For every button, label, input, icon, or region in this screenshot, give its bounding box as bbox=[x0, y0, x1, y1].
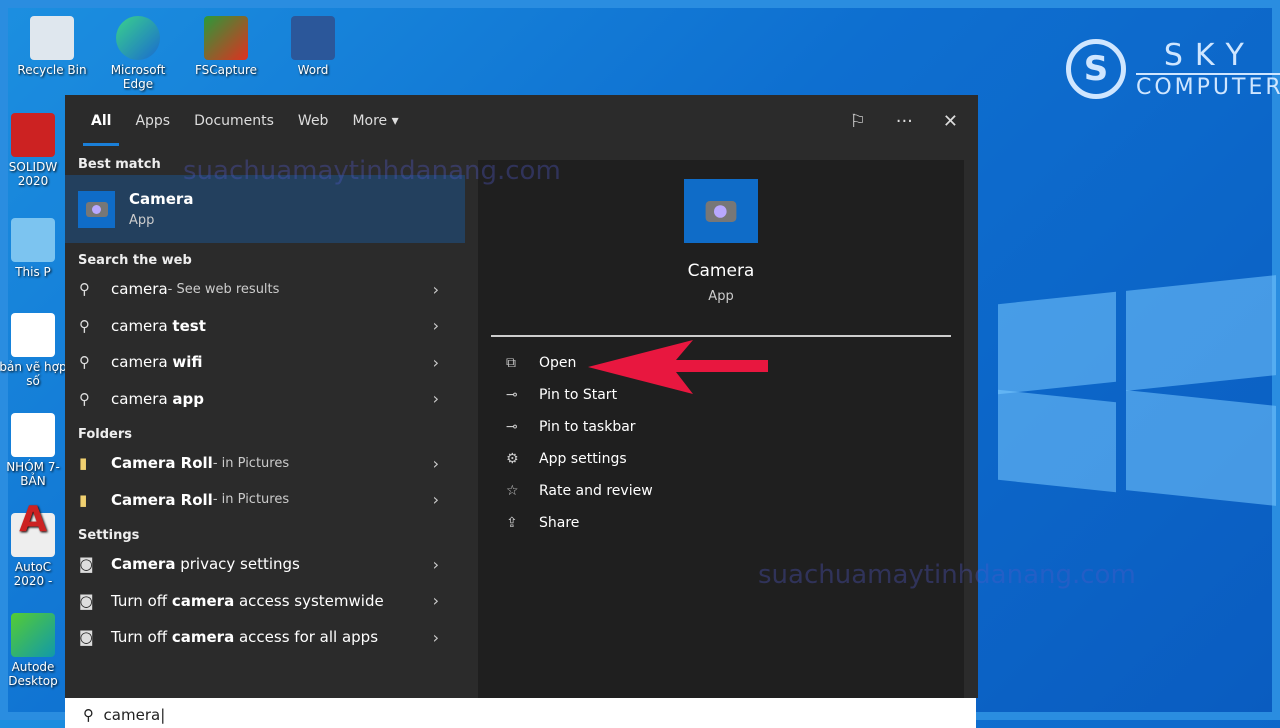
search-input[interactable]: ⚲ camera| bbox=[65, 698, 976, 728]
gear-icon: ⚙ bbox=[506, 451, 519, 467]
folder-result[interactable]: ▮ Camera Roll - in Pictures › bbox=[65, 445, 465, 482]
chevron-right-icon: › bbox=[432, 352, 439, 372]
tab-apps[interactable]: Apps bbox=[123, 95, 182, 147]
desktop-icon-autocad[interactable]: A AutoC 2020 - bbox=[0, 502, 68, 588]
watermark: suachuamaytinhdanang.com bbox=[183, 156, 561, 186]
results-list: Best match Camera App Search the web ⚲ cam… bbox=[65, 147, 465, 698]
chevron-right-icon: › bbox=[432, 316, 439, 336]
web-result[interactable]: ⚲ camera wifi › bbox=[65, 344, 465, 381]
chevron-right-icon: › bbox=[432, 554, 439, 574]
chevron-right-icon: › bbox=[432, 627, 439, 647]
desktop-icon-file[interactable]: bản vẽ hợp số bbox=[0, 313, 68, 388]
search-icon: ⚲ bbox=[79, 280, 90, 299]
desktop-icon-fscapture[interactable]: FSCapture bbox=[186, 16, 266, 77]
settings-result[interactable]: ◙ Camera privacy settings › bbox=[65, 546, 465, 583]
desktop-icon-autodesk[interactable]: Autode Desktop bbox=[0, 613, 68, 688]
desktop-icon-word[interactable]: Word bbox=[273, 16, 353, 77]
search-icon: ⚲ bbox=[83, 706, 94, 724]
desktop-icon-this-pc[interactable]: This P bbox=[0, 218, 68, 279]
camera-app-large-icon bbox=[684, 179, 758, 243]
action-share[interactable]: ⇪ Share bbox=[478, 507, 964, 539]
chevron-right-icon: › bbox=[432, 490, 439, 510]
web-result[interactable]: ⚲ camera test › bbox=[65, 308, 465, 345]
section-web: Search the web bbox=[78, 253, 192, 268]
camera-settings-icon: ◙ bbox=[79, 591, 94, 610]
sky-computer-logo: S SKY COMPUTER bbox=[1066, 38, 1280, 100]
camera-settings-icon: ◙ bbox=[79, 628, 94, 647]
filter-tabs: All Apps Documents Web More ▾ ⚐ ··· ✕ bbox=[65, 95, 978, 147]
feedback-icon[interactable]: ⚐ bbox=[850, 111, 866, 132]
section-settings: Settings bbox=[78, 528, 140, 543]
open-icon: ⧉ bbox=[506, 355, 516, 371]
desktop-icon-recycle-bin[interactable]: Recycle Bin bbox=[12, 16, 92, 77]
web-result[interactable]: ⚲ camera app › bbox=[65, 381, 465, 418]
detail-pane: Camera App ⧉ Open ⊸ Pin to Start ⊸ Pin to t… bbox=[478, 160, 964, 698]
caret-down-icon: ▾ bbox=[391, 113, 399, 129]
chevron-right-icon: › bbox=[432, 389, 439, 409]
desktop-icon-file2[interactable]: NHÓM 7-BẢN bbox=[0, 413, 68, 488]
action-pin-taskbar[interactable]: ⊸ Pin to taskbar bbox=[478, 411, 964, 443]
tab-more[interactable]: More ▾ bbox=[340, 95, 410, 147]
action-app-settings[interactable]: ⚙ App settings bbox=[478, 443, 964, 475]
chevron-right-icon: › bbox=[432, 453, 439, 473]
camera-settings-icon: ◙ bbox=[79, 555, 94, 574]
settings-result[interactable]: ◙ Turn off camera access for all apps › bbox=[65, 619, 465, 656]
share-icon: ⇪ bbox=[506, 515, 518, 531]
more-options-icon[interactable]: ··· bbox=[896, 111, 913, 132]
pin-icon: ⊸ bbox=[506, 387, 518, 403]
star-icon: ☆ bbox=[506, 483, 519, 499]
tab-all[interactable]: All bbox=[79, 95, 123, 147]
camera-app-icon bbox=[78, 190, 115, 228]
search-icon: ⚲ bbox=[79, 353, 90, 372]
folder-icon: ▮ bbox=[79, 454, 88, 473]
windows-logo-wallpaper bbox=[998, 275, 1280, 538]
action-rate-review[interactable]: ☆ Rate and review bbox=[478, 475, 964, 507]
pin-icon: ⊸ bbox=[506, 419, 518, 435]
settings-result[interactable]: ◙ Turn off camera access systemwide › bbox=[65, 583, 465, 620]
folder-result[interactable]: ▮ Camera Roll - in Pictures › bbox=[65, 482, 465, 519]
desktop-icon-solidworks[interactable]: SOLIDW 2020 bbox=[0, 113, 68, 188]
close-icon[interactable]: ✕ bbox=[943, 111, 958, 132]
web-result[interactable]: ⚲ camera - See web results › bbox=[65, 271, 465, 308]
chevron-right-icon: › bbox=[432, 279, 439, 299]
red-arrow-annotation bbox=[588, 340, 768, 394]
tab-documents[interactable]: Documents bbox=[182, 95, 286, 147]
section-folders: Folders bbox=[78, 427, 133, 442]
search-icon: ⚲ bbox=[79, 389, 90, 408]
watermark: suachuamaytinhdanang.com bbox=[758, 560, 1136, 590]
search-icon: ⚲ bbox=[79, 316, 90, 335]
tab-web[interactable]: Web bbox=[286, 95, 341, 147]
folder-icon: ▮ bbox=[79, 490, 88, 509]
chevron-right-icon: › bbox=[432, 591, 439, 611]
desktop-icon-edge[interactable]: Microsoft Edge bbox=[98, 16, 178, 91]
